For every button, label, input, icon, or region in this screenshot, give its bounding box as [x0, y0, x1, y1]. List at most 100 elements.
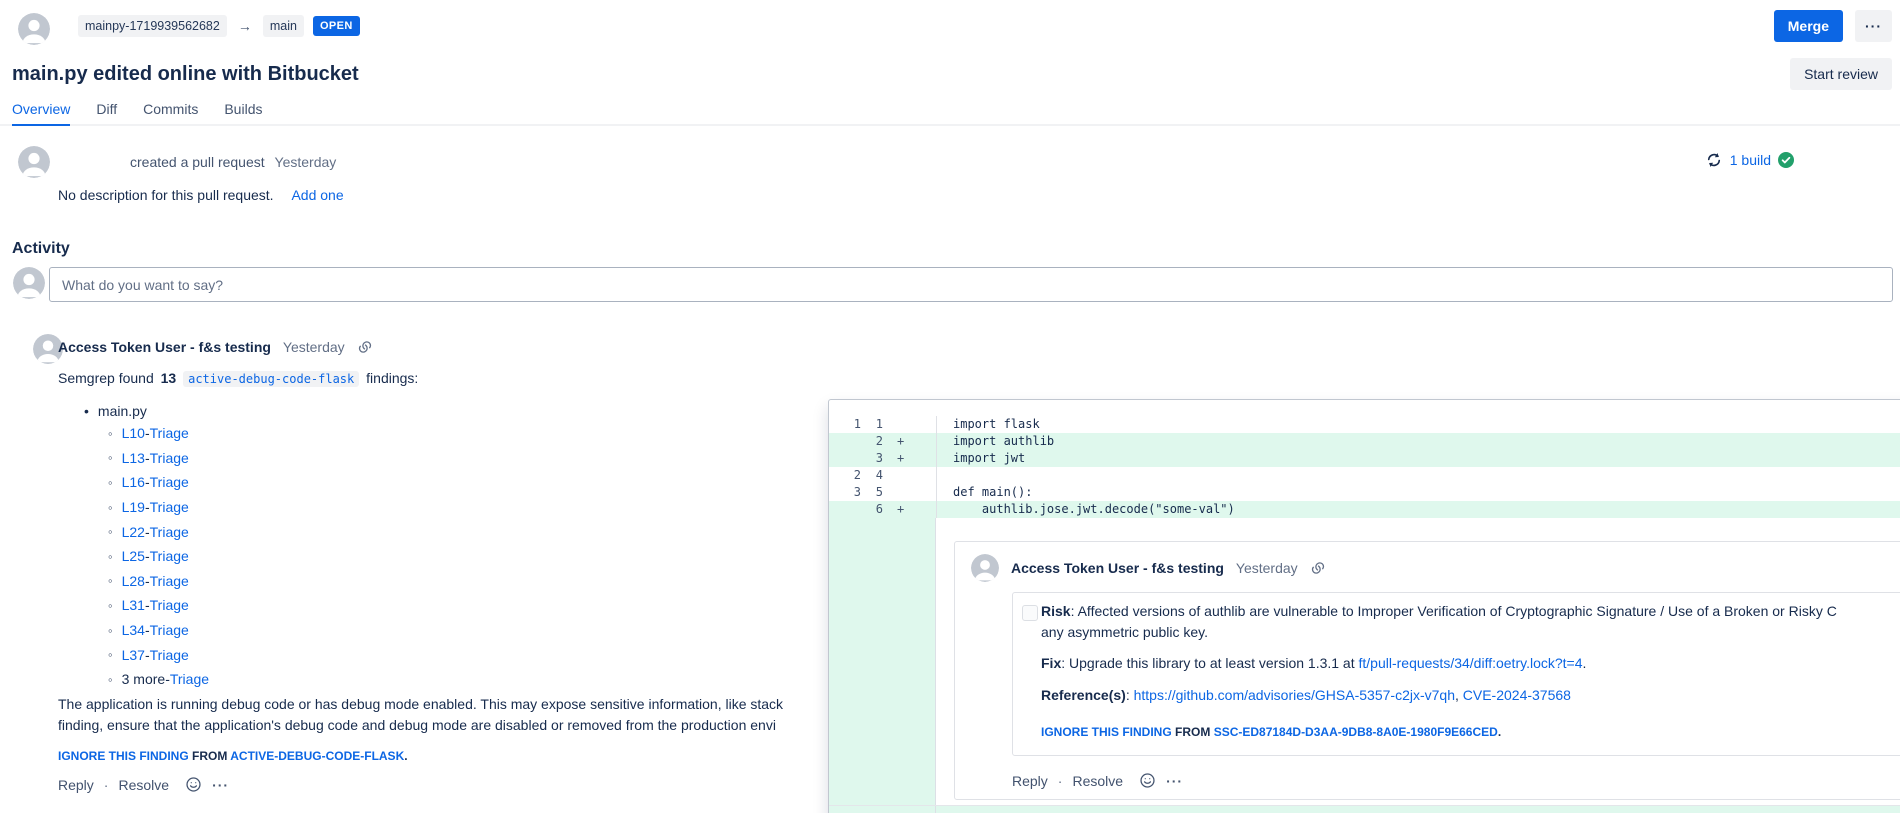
builds-status: 1 build	[1705, 151, 1794, 169]
reply-button[interactable]: Reply	[58, 777, 94, 793]
finding-item: L37 - Triage	[108, 642, 209, 667]
inline-comment-region: Access Token User - f&s testing Yesterda…	[829, 518, 1900, 805]
add-description-link[interactable]: Add one	[291, 187, 343, 203]
diff-next-row-partial	[829, 805, 1900, 813]
new-line-number: 4	[861, 467, 883, 484]
triage-link[interactable]: Triage	[150, 573, 189, 589]
diff-row: 35def main():	[829, 484, 1900, 501]
builds-link[interactable]: 1 build	[1730, 152, 1771, 168]
tab-commits[interactable]: Commits	[143, 101, 198, 126]
advisory-link[interactable]: https://github.com/advisories/GHSA-5357-…	[1134, 687, 1455, 703]
inline-comment: Access Token User - f&s testing Yesterda…	[954, 541, 1900, 800]
more-options-button[interactable]: ···	[1855, 10, 1892, 42]
finding-item: L10 - Triage	[108, 421, 209, 446]
triage-link[interactable]: Triage	[150, 425, 189, 441]
colon: :	[1126, 687, 1134, 703]
inline-ignore-link[interactable]: IGNORE THIS FINDING	[1041, 725, 1172, 739]
old-line-number	[829, 501, 861, 518]
old-line-number: 2	[829, 467, 861, 484]
comment-time: Yesterday	[283, 339, 345, 355]
finding-line-link[interactable]: L28	[122, 573, 145, 589]
new-line-number: 1	[861, 416, 883, 433]
pr-title: main.py edited online with Bitbucket	[12, 60, 359, 88]
tab-diff[interactable]: Diff	[96, 101, 117, 126]
creator-avatar	[18, 146, 50, 178]
period: .	[404, 749, 407, 763]
code-text: authlib.jose.jwt.decode("some-val")	[936, 501, 1900, 518]
ref-separator: ,	[1455, 687, 1463, 703]
fix-label: Fix	[1041, 655, 1061, 671]
finding-line-link[interactable]: L13	[122, 450, 145, 466]
top-actions: Merge ···	[1774, 10, 1892, 42]
fix-text: Upgrade this library to at least version…	[1069, 655, 1358, 671]
arrow-right-icon: →	[236, 18, 254, 34]
references-line: Reference(s): https://github.com/advisor…	[1041, 685, 1900, 706]
old-line-number: 1	[829, 416, 861, 433]
tab-builds[interactable]: Builds	[224, 101, 262, 126]
inline-more-actions[interactable]: ···	[1166, 773, 1183, 789]
ignore-rule-link[interactable]: ACTIVE-DEBUG-CODE-FLASK	[230, 749, 404, 763]
resolve-button[interactable]: Resolve	[118, 777, 169, 793]
fix-link[interactable]: ft/pull-requests/34/diff:oetry.lock?t=4	[1359, 655, 1583, 671]
diff-sign	[883, 416, 936, 433]
start-review-button[interactable]: Start review	[1790, 58, 1892, 90]
person-icon	[971, 554, 999, 582]
inline-comment-actions: Reply · Resolve ···	[1012, 772, 1897, 789]
inline-author-avatar	[971, 554, 999, 582]
activity-heading: Activity	[12, 240, 70, 258]
finding-line-link[interactable]: L19	[122, 499, 145, 515]
references-label: Reference(s)	[1041, 687, 1126, 703]
comment-more-actions[interactable]: ···	[212, 777, 229, 793]
reply-button[interactable]: Reply	[1012, 773, 1048, 789]
resolve-button[interactable]: Resolve	[1072, 773, 1123, 789]
triage-link[interactable]: Triage	[150, 499, 189, 515]
diff-gutter-strip	[829, 518, 936, 805]
finding-line-link[interactable]: L34	[122, 622, 145, 638]
cve-link[interactable]: CVE-2024-37568	[1463, 687, 1571, 703]
code-text: import flask	[936, 416, 1900, 433]
diff-preview-panel: 11import flask2+import authlib3+import j…	[828, 399, 1900, 813]
triage-link[interactable]: Triage	[150, 450, 189, 466]
pr-state-badge: OPEN	[313, 16, 360, 36]
diff-sign: +	[883, 450, 936, 467]
merge-button[interactable]: Merge	[1774, 10, 1843, 42]
finding-line-link[interactable]: L31	[122, 597, 145, 613]
finding-checkbox[interactable]	[1022, 605, 1038, 621]
triage-link[interactable]: Triage	[150, 647, 189, 663]
tab-overview[interactable]: Overview	[12, 101, 70, 126]
comment-input[interactable]	[49, 267, 1893, 302]
finding-line-link[interactable]: L22	[122, 524, 145, 540]
add-reaction-icon[interactable]	[185, 776, 202, 793]
inline-comment-time: Yesterday	[1236, 560, 1298, 576]
old-line-number: 3	[829, 484, 861, 501]
findings-list: main.py L10 - TriageL13 - TriageL16 - Tr…	[84, 400, 209, 692]
finding-line-link[interactable]: L25	[122, 548, 145, 564]
triage-link[interactable]: Triage	[170, 671, 209, 687]
triage-link[interactable]: Triage	[150, 622, 189, 638]
diff-row: 6+ authlib.jose.jwt.decode("some-val")	[829, 501, 1900, 518]
risk-text: Affected versions of authlib are vulnera…	[1078, 603, 1837, 619]
person-icon	[13, 267, 45, 299]
triage-link[interactable]: Triage	[150, 597, 189, 613]
description-line: No description for this pull request. Ad…	[58, 187, 344, 203]
pr-tabs: Overview Diff Commits Builds	[0, 101, 1900, 126]
permalink-icon[interactable]	[1310, 560, 1326, 576]
ignore-finding-link[interactable]: IGNORE THIS FINDING	[58, 749, 189, 763]
triage-link[interactable]: Triage	[150, 524, 189, 540]
finding-line-link[interactable]: L16	[122, 474, 145, 490]
code-text: import jwt	[936, 450, 1900, 467]
inline-ignore-target-link[interactable]: SSC-ED87184D-D3AA-9DB8-8A0E-1980F9E66CED	[1214, 725, 1498, 739]
inline-comment-author: Access Token User - f&s testing	[1011, 560, 1224, 576]
created-line: created a pull request Yesterday	[130, 154, 336, 170]
triage-link[interactable]: Triage	[150, 548, 189, 564]
rule-chip: active-debug-code-flask	[183, 371, 359, 387]
permalink-icon[interactable]	[357, 339, 373, 355]
triage-link[interactable]: Triage	[150, 474, 189, 490]
old-line-number	[829, 433, 861, 450]
finding-line-link[interactable]: L10	[122, 425, 145, 441]
new-line-number: 6	[861, 501, 883, 518]
finding-line-link[interactable]: L37	[122, 647, 145, 663]
add-reaction-icon[interactable]	[1139, 772, 1156, 789]
intro-suffix: findings:	[366, 370, 418, 386]
finding-item: L19 - Triage	[108, 495, 209, 520]
